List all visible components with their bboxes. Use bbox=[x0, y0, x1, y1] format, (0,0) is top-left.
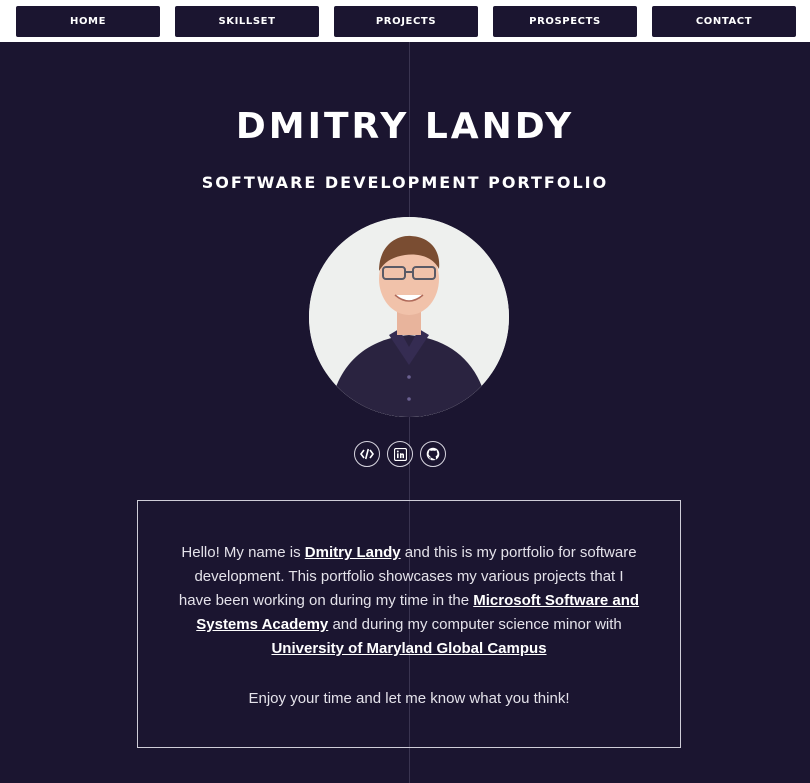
nav-skillset-button[interactable]: SKILLSET bbox=[175, 6, 319, 37]
github-icon bbox=[426, 447, 440, 461]
nav-prospects-button[interactable]: PROSPECTS bbox=[493, 6, 637, 37]
nav-contact-button[interactable]: CONTACT bbox=[652, 6, 796, 37]
code-icon bbox=[360, 448, 374, 460]
about-closing-text: Enjoy your time and let me know what you… bbox=[248, 690, 570, 707]
code-link-button[interactable] bbox=[354, 441, 380, 467]
page-title: DMITRY LANDY bbox=[235, 106, 575, 147]
github-link-button[interactable] bbox=[420, 441, 446, 467]
nav-projects-button[interactable]: PROJECTS bbox=[334, 6, 478, 37]
linkedin-link-button[interactable] bbox=[387, 441, 413, 467]
about-section: Hello! My name is Dmitry Landy and this … bbox=[137, 500, 681, 748]
about-paragraph: Hello! My name is Dmitry Landy and this … bbox=[178, 541, 640, 661]
page-subtitle: SOFTWARE DEVELOPMENT PORTFOLIO bbox=[201, 173, 609, 192]
umgc-link[interactable]: University of Maryland Global Campus bbox=[271, 640, 546, 657]
about-intro-text: Hello! My name is bbox=[181, 544, 305, 561]
top-nav-bar: HOME SKILLSET PROJECTS PROSPECTS CONTACT bbox=[0, 0, 810, 42]
linkedin-icon bbox=[393, 447, 407, 461]
profile-photo-illustration bbox=[309, 217, 509, 417]
hero-section: DMITRY LANDY SOFTWARE DEVELOPMENT PORTFO… bbox=[0, 42, 810, 783]
about-text-2: and during my computer science minor wit… bbox=[328, 616, 622, 633]
name-link[interactable]: Dmitry Landy bbox=[305, 544, 401, 561]
nav-home-button[interactable]: HOME bbox=[16, 6, 160, 37]
profile-avatar bbox=[309, 217, 509, 417]
